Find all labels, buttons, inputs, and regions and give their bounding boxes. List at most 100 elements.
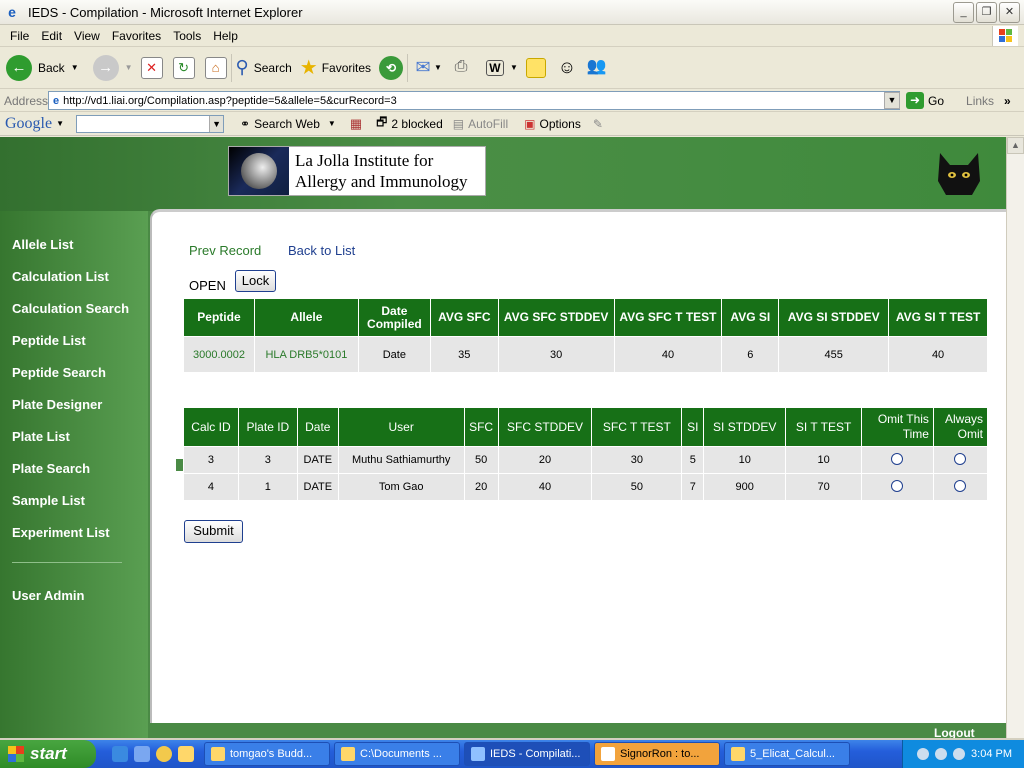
calc-id-cell: 3 <box>183 446 239 474</box>
date-cell: DATE <box>296 446 339 474</box>
always-omit-cell <box>932 446 989 474</box>
menu-tools[interactable]: Tools <box>167 29 207 43</box>
links-button[interactable]: Links <box>966 94 994 108</box>
logout-link[interactable]: Logout <box>934 726 975 738</box>
stop-icon[interactable]: ✕ <box>140 56 163 79</box>
google-logo[interactable]: Google <box>5 115 52 133</box>
date-compiled-cell: Date <box>357 336 431 373</box>
si-cell: 7 <box>681 473 705 501</box>
taskbar-item-elicat[interactable]: 5_Elicat_Calcul... <box>724 742 850 766</box>
home-icon[interactable]: ⌂ <box>204 56 227 79</box>
taskbar-item-documents[interactable]: C:\Documents ... <box>334 742 460 766</box>
outlook-quicklaunch-icon[interactable] <box>134 746 150 762</box>
contacts-icon[interactable]: 👥 <box>586 57 608 79</box>
history-icon[interactable]: ⟲ <box>379 55 404 80</box>
maximize-button[interactable]: ❐ <box>976 2 997 23</box>
chevron-down-icon: ▼ <box>327 119 336 128</box>
always-omit-radio[interactable] <box>954 452 967 465</box>
sidebar-item-calculation-search[interactable]: Calculation Search <box>12 301 129 316</box>
taskbar-item-ieds[interactable]: IEDS - Compilati... <box>464 742 590 766</box>
go-arrow-icon: ➜ <box>906 92 924 109</box>
back-button[interactable]: ← Back ▼ <box>6 54 79 81</box>
notes-icon[interactable] <box>525 57 546 78</box>
address-input[interactable]: e http://vd1.liai.org/Compilation.asp?pe… <box>48 91 900 110</box>
col-si: SI <box>681 407 705 447</box>
pagerank-icon[interactable]: ▦ <box>350 116 362 132</box>
messenger-icon[interactable]: ☺ <box>556 57 578 79</box>
sidebar-item-plate-list[interactable]: Plate List <box>12 429 70 444</box>
sidebar-item-sample-list[interactable]: Sample List <box>12 493 85 508</box>
menu-edit[interactable]: Edit <box>35 29 68 43</box>
calc-header-row: Calc ID Plate ID Date User SFC SFC STDDE… <box>183 407 989 447</box>
media-player-icon[interactable] <box>156 746 172 762</box>
tray-network-icon[interactable] <box>953 748 966 760</box>
google-search-dropdown[interactable]: ▼ <box>209 115 224 132</box>
forward-arrow-icon: → <box>92 54 119 81</box>
prev-record-link[interactable]: Prev Record <box>189 243 261 258</box>
submit-button[interactable]: Submit <box>184 520 243 543</box>
omit-this-time-radio[interactable] <box>891 479 904 492</box>
sfc-cell: 50 <box>463 446 499 474</box>
autofill-button[interactable]: ▤ AutoFill <box>453 117 508 131</box>
start-button[interactable]: start <box>0 740 96 768</box>
tray-messenger-icon[interactable] <box>917 748 930 760</box>
always-omit-radio[interactable] <box>954 479 967 492</box>
messenger-quicklaunch-icon[interactable] <box>178 746 194 762</box>
taskbar-item-label: C:\Documents ... <box>360 748 442 760</box>
google-search-input[interactable]: ▼ <box>76 114 225 133</box>
minimize-button[interactable]: _ <box>953 2 974 23</box>
mail-icon[interactable]: ✉ <box>412 57 434 79</box>
highlighter-icon[interactable]: ✎ <box>593 117 603 131</box>
standard-toolbar: ← Back ▼ → ▼ ✕ ↻ ⌂ ⚲ Search ★ Favorites … <box>0 47 1024 89</box>
search-button[interactable]: ⚲ Search <box>236 57 292 78</box>
omit-this-time-radio[interactable] <box>891 452 904 465</box>
ie-quicklaunch-icon[interactable] <box>112 746 128 762</box>
close-button[interactable]: ✕ <box>999 2 1020 23</box>
col-avg-si: AVG SI <box>721 298 780 337</box>
word-edit-icon[interactable]: W <box>485 59 504 76</box>
taskbar-item-label: SignorRon : to... <box>620 748 700 760</box>
buddy-icon <box>211 747 225 761</box>
lock-button[interactable]: Lock <box>235 270 276 292</box>
menu-favorites[interactable]: Favorites <box>106 29 167 43</box>
menu-help[interactable]: Help <box>207 29 244 43</box>
menu-view[interactable]: View <box>68 29 106 43</box>
options-button[interactable]: ▣ Options <box>524 117 581 131</box>
forward-button[interactable]: → ▼ <box>87 54 133 81</box>
sidebar-item-experiment-list[interactable]: Experiment List <box>12 525 110 540</box>
page-icon: e <box>53 94 60 107</box>
address-dropdown-button[interactable]: ▼ <box>884 92 900 109</box>
summary-table: Peptide Allele Date Compiled AVG SFC AVG… <box>183 298 988 373</box>
taskbar-item-buddy[interactable]: tomgao's Budd... <box>204 742 330 766</box>
popup-blocker-button[interactable]: 🗗 2 blocked <box>376 113 443 134</box>
sidebar-item-plate-search[interactable]: Plate Search <box>12 461 90 476</box>
ie-icon <box>471 747 485 761</box>
allele-link[interactable]: HLA DRB5*0101 <box>253 336 359 373</box>
autofill-label: AutoFill <box>468 116 509 131</box>
sidebar-item-allele-list[interactable]: Allele List <box>12 237 73 252</box>
col-avg-sfc-stddev: AVG SFC STDDEV <box>497 298 615 337</box>
sidebar-item-plate-designer[interactable]: Plate Designer <box>12 397 102 412</box>
scroll-up-icon[interactable]: ▲ <box>1007 137 1024 154</box>
vertical-scrollbar[interactable]: ▲ <box>1006 137 1024 738</box>
sidebar-item-user-admin[interactable]: User Admin <box>12 588 84 603</box>
si-ttest-cell: 70 <box>785 473 863 501</box>
sidebar-item-peptide-search[interactable]: Peptide Search <box>12 365 106 380</box>
window-title: IEDS - Compilation - Microsoft Internet … <box>28 4 303 20</box>
search-web-button[interactable]: ⚭ Search Web ▼ <box>240 117 336 131</box>
tray-volume-icon[interactable] <box>935 748 948 760</box>
menu-file[interactable]: File <box>4 29 35 43</box>
print-icon[interactable]: ⎙ <box>450 57 472 79</box>
peptide-link[interactable]: 3000.0002 <box>183 336 255 373</box>
address-bar: Address e http://vd1.liai.org/Compilatio… <box>0 90 1024 112</box>
favorites-button[interactable]: ★ Favorites <box>300 55 371 80</box>
chevron-right-icon[interactable]: » <box>1004 94 1011 108</box>
sidebar-item-calculation-list[interactable]: Calculation List <box>12 269 109 284</box>
taskbar-item-signorron[interactable]: SignorRon : to... <box>594 742 720 766</box>
avg-si-ttest-cell: 40 <box>888 336 988 373</box>
sidebar-item-peptide-list[interactable]: Peptide List <box>12 333 86 348</box>
col-calc-id: Calc ID <box>183 407 239 447</box>
go-button[interactable]: ➜ Go <box>906 92 944 109</box>
refresh-icon[interactable]: ↻ <box>172 56 195 79</box>
back-to-list-link[interactable]: Back to List <box>288 243 355 258</box>
